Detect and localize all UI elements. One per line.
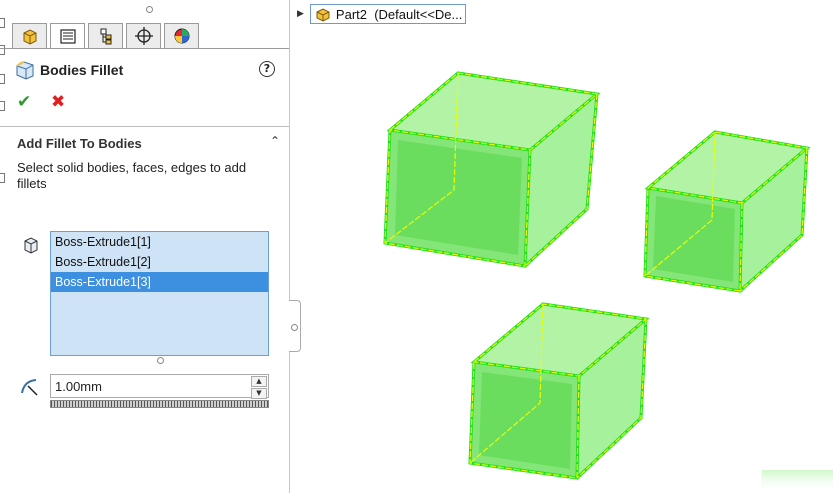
selected-body-3[interactable] <box>468 302 833 493</box>
manager-tabs <box>12 23 202 48</box>
bodies-selection-list[interactable]: Boss-Extrude1[1] Boss-Extrude1[2] Boss-E… <box>50 231 269 356</box>
dimxpert-icon <box>135 27 153 45</box>
cancel-button[interactable]: ✖ <box>51 92 65 112</box>
edge-handle[interactable] <box>0 173 5 183</box>
tab-property-manager[interactable] <box>50 23 85 48</box>
tab-feature-manager[interactable] <box>12 23 47 48</box>
radius-thumbwheel[interactable] <box>50 400 269 408</box>
solid-body-icon <box>24 237 38 254</box>
radius-spinner: ▲ ▼ <box>251 376 267 399</box>
spin-up-button[interactable]: ▲ <box>251 376 267 387</box>
edge-handle[interactable] <box>0 74 5 84</box>
help-button[interactable]: ? <box>259 61 275 77</box>
list-resize-grip[interactable] <box>157 357 164 364</box>
left-edge-handles <box>0 0 6 200</box>
edge-handle[interactable] <box>0 45 5 55</box>
tab-display-manager[interactable] <box>164 23 199 48</box>
property-manager-icon <box>60 29 76 44</box>
fillet-radius-icon <box>21 379 38 396</box>
collapse-section-button[interactable]: ⌃ <box>270 134 280 148</box>
list-item[interactable]: Boss-Extrude1[1] <box>51 232 268 252</box>
tab-row-separator <box>0 48 289 49</box>
spin-down-button[interactable]: ▼ <box>251 388 267 399</box>
bodies-fillet-icon <box>16 61 34 80</box>
property-manager-panel: Bodies Fillet ? ✔ ✖ Add Fillet To Bodies… <box>0 0 289 493</box>
edge-handle[interactable] <box>0 18 5 28</box>
tab-configuration-manager[interactable] <box>88 23 123 48</box>
feature-manager-icon <box>23 29 37 45</box>
graphics-viewport[interactable] <box>290 0 833 493</box>
radius-input[interactable] <box>55 376 245 396</box>
page-title: Bodies Fillet <box>40 62 124 78</box>
display-manager-icon <box>174 28 190 44</box>
section-divider <box>0 126 289 127</box>
configuration-manager-icon <box>100 28 112 45</box>
radius-field-wrap: ▲ ▼ <box>50 374 269 399</box>
list-item[interactable]: Boss-Extrude1[3] <box>51 272 268 292</box>
panel-splitter-grip[interactable] <box>146 6 153 13</box>
edge-handle[interactable] <box>0 101 5 111</box>
selected-body-2[interactable] <box>643 130 811 293</box>
selected-body-1[interactable] <box>383 71 601 268</box>
section-title: Add Fillet To Bodies <box>17 136 142 151</box>
tab-dimxpert-manager[interactable] <box>126 23 161 48</box>
section-description: Select solid bodies, faces, edges to add… <box>17 160 247 191</box>
list-item[interactable]: Boss-Extrude1[2] <box>51 252 268 272</box>
ok-button[interactable]: ✔ <box>17 92 31 112</box>
